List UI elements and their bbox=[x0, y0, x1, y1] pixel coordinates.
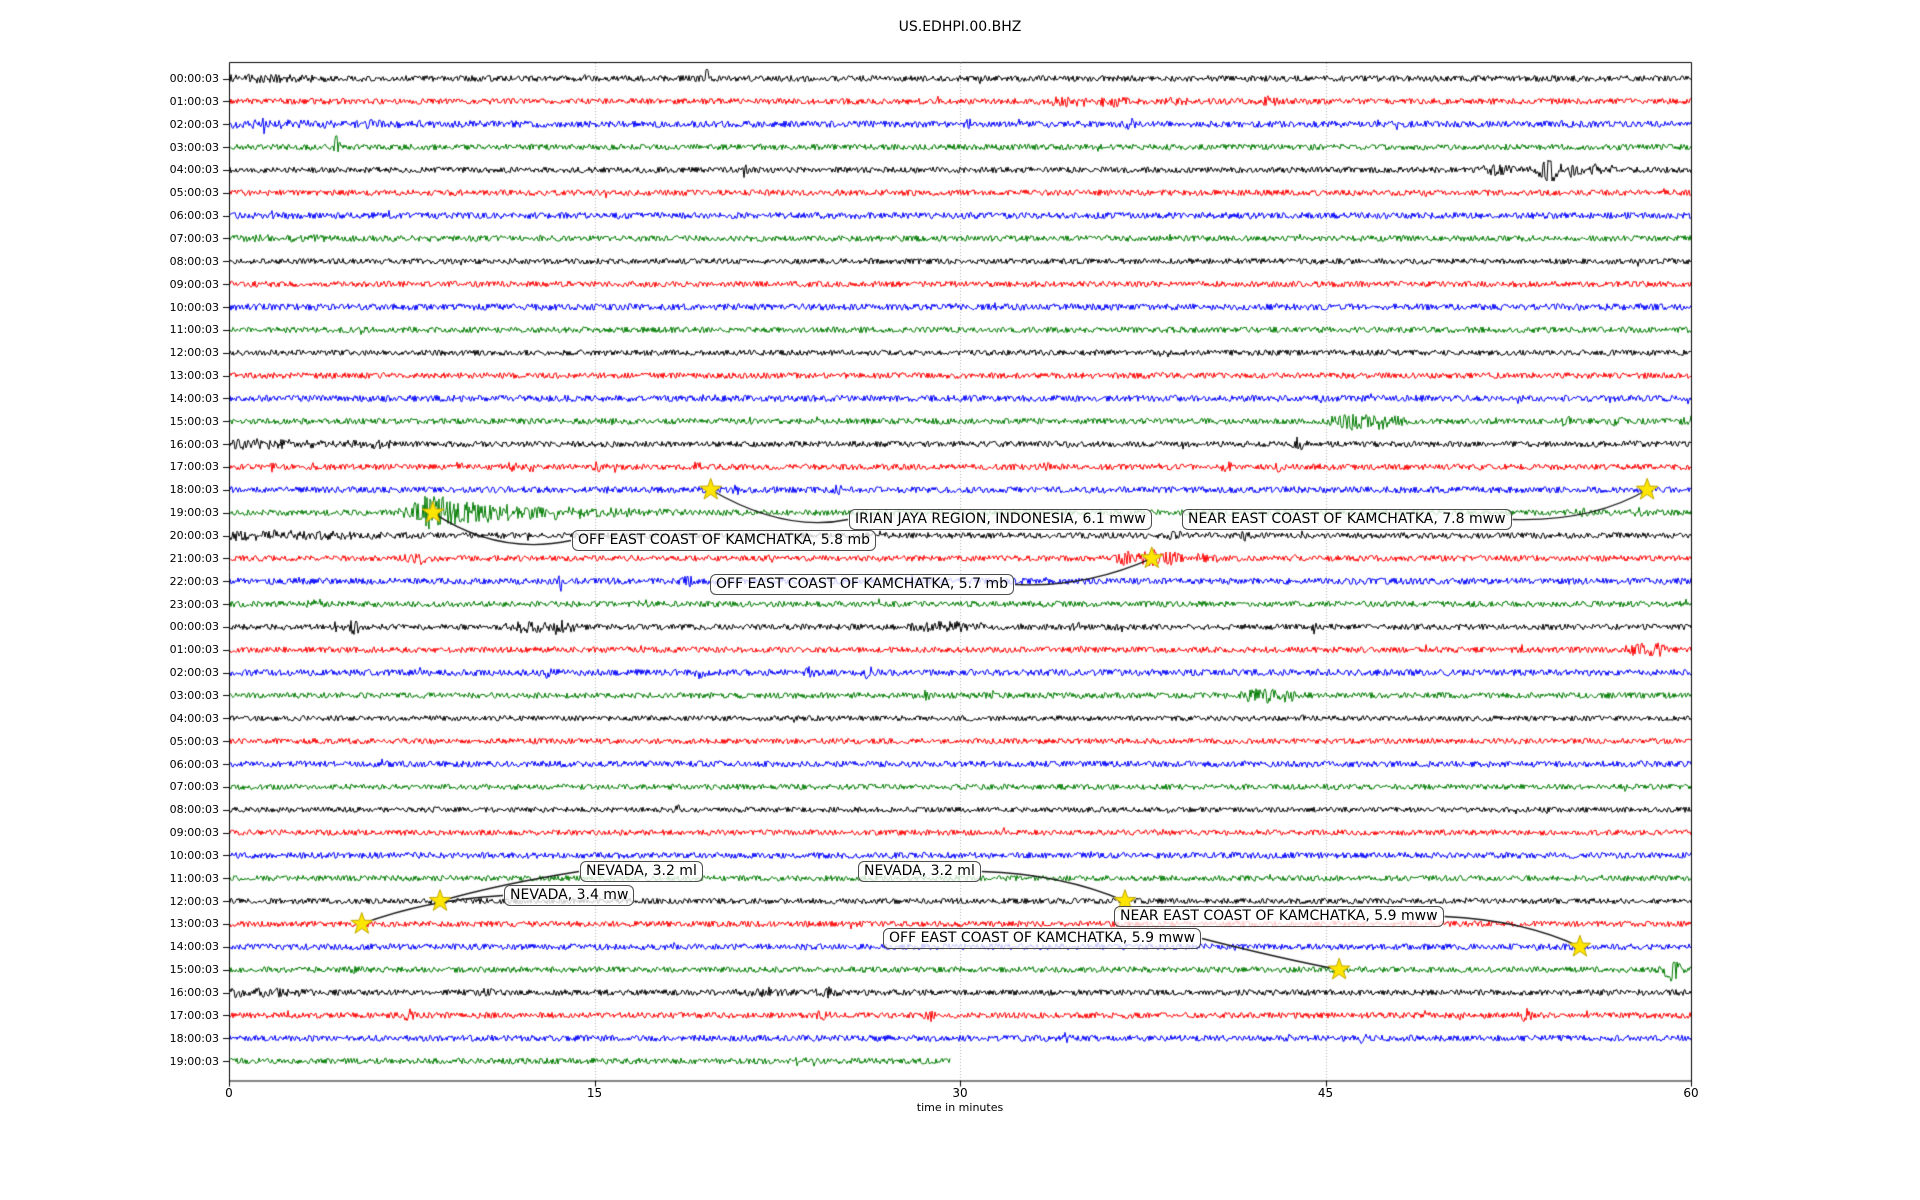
y-tick-label: 16:00:03 bbox=[169, 986, 219, 999]
y-tick-label: 01:00:03 bbox=[169, 94, 219, 108]
y-tick-label: 04:00:03 bbox=[169, 163, 219, 177]
y-tick-label: 11:00:03 bbox=[169, 871, 219, 885]
y-tick-label: 16:00:03 bbox=[169, 437, 219, 451]
y-tick-label: 08:00:03 bbox=[169, 254, 219, 268]
event-label: OFF EAST COAST OF KAMCHATKA, 5.8 mb bbox=[572, 530, 877, 551]
y-tick-label: 06:00:03 bbox=[169, 757, 219, 771]
y-tick-label: 15:00:03 bbox=[169, 963, 219, 977]
event-label: NEVADA, 3.4 mw bbox=[504, 885, 635, 906]
y-tick-label: 09:00:03 bbox=[169, 826, 219, 840]
y-tick-label: 21:00:03 bbox=[169, 551, 219, 565]
y-tick-label: 06:00:03 bbox=[169, 209, 219, 223]
y-tick-label: 19:00:03 bbox=[169, 1054, 219, 1068]
y-tick-label: 19:00:03 bbox=[169, 506, 219, 520]
y-tick-label: 00:00:03 bbox=[169, 620, 219, 634]
event-label: NEVADA, 3.2 ml bbox=[858, 861, 981, 882]
y-tick-label: 17:00:03 bbox=[169, 1008, 219, 1022]
y-tick-label: 11:00:03 bbox=[169, 323, 219, 337]
y-tick-label: 05:00:03 bbox=[169, 734, 219, 748]
event-label: OFF EAST COAST OF KAMCHATKA, 5.9 mww bbox=[883, 928, 1202, 949]
y-tick-label: 14:00:03 bbox=[169, 391, 219, 405]
event-label: NEAR EAST COAST OF KAMCHATKA, 5.9 mww bbox=[1114, 906, 1444, 927]
x-tick-label: 60 bbox=[1683, 1086, 1699, 1100]
y-tick-label: 18:00:03 bbox=[169, 483, 219, 497]
y-tick-label: 01:00:03 bbox=[169, 643, 219, 657]
y-tick-label: 23:00:03 bbox=[169, 597, 219, 611]
y-tick-label: 17:00:03 bbox=[169, 460, 219, 474]
seismogram-dayplot: US.EDHPI.00.BHZ 00:00:03 01:00:03 02:00:03… bbox=[0, 0, 1920, 1200]
y-tick-label: 00:00:03 bbox=[169, 72, 219, 85]
y-tick-label: 02:00:03 bbox=[169, 666, 219, 680]
y-tick-label: 10:00:03 bbox=[169, 848, 219, 862]
x-tick-label: 45 bbox=[1317, 1086, 1334, 1100]
y-tick-label: 20:00:03 bbox=[169, 529, 219, 542]
y-tick-label: 12:00:03 bbox=[169, 346, 219, 360]
y-tick-label: 15:00:03 bbox=[169, 414, 219, 428]
y-tick-label: 07:00:03 bbox=[169, 780, 219, 794]
plot-title: US.EDHPI.00.BHZ bbox=[898, 19, 1022, 35]
y-tick-label: 03:00:03 bbox=[169, 140, 219, 154]
seismogram-canvas bbox=[0, 0, 1920, 1200]
y-tick-label: 03:00:03 bbox=[169, 688, 219, 702]
y-tick-label: 08:00:03 bbox=[169, 803, 219, 817]
y-tick-label: 22:00:03 bbox=[169, 574, 219, 588]
event-label: IRIAN JAYA REGION, INDONESIA, 6.1 mww bbox=[849, 509, 1152, 530]
event-label: NEAR EAST COAST OF KAMCHATKA, 7.8 mww bbox=[1182, 509, 1512, 530]
y-tick-label: 12:00:03 bbox=[169, 894, 219, 908]
x-tick-label: 0 bbox=[225, 1086, 233, 1100]
x-tick-label: 30 bbox=[952, 1086, 968, 1100]
y-tick-label: 13:00:03 bbox=[169, 369, 219, 383]
y-tick-label: 02:00:03 bbox=[169, 117, 219, 131]
y-tick-label: 07:00:03 bbox=[169, 231, 219, 245]
y-tick-label: 09:00:03 bbox=[169, 277, 219, 291]
y-tick-label: 18:00:03 bbox=[169, 1031, 219, 1045]
y-tick-label: 10:00:03 bbox=[169, 300, 219, 314]
y-tick-label: 05:00:03 bbox=[169, 186, 219, 200]
y-tick-label: 13:00:03 bbox=[169, 917, 219, 931]
y-tick-label: 04:00:03 bbox=[169, 711, 219, 725]
x-axis-title: time in minutes bbox=[916, 1101, 1004, 1114]
event-label: NEVADA, 3.2 ml bbox=[580, 861, 703, 882]
x-tick-label: 15 bbox=[586, 1086, 603, 1100]
event-label: OFF EAST COAST OF KAMCHATKA, 5.7 mb bbox=[710, 574, 1015, 595]
y-tick-label: 14:00:03 bbox=[169, 940, 219, 954]
